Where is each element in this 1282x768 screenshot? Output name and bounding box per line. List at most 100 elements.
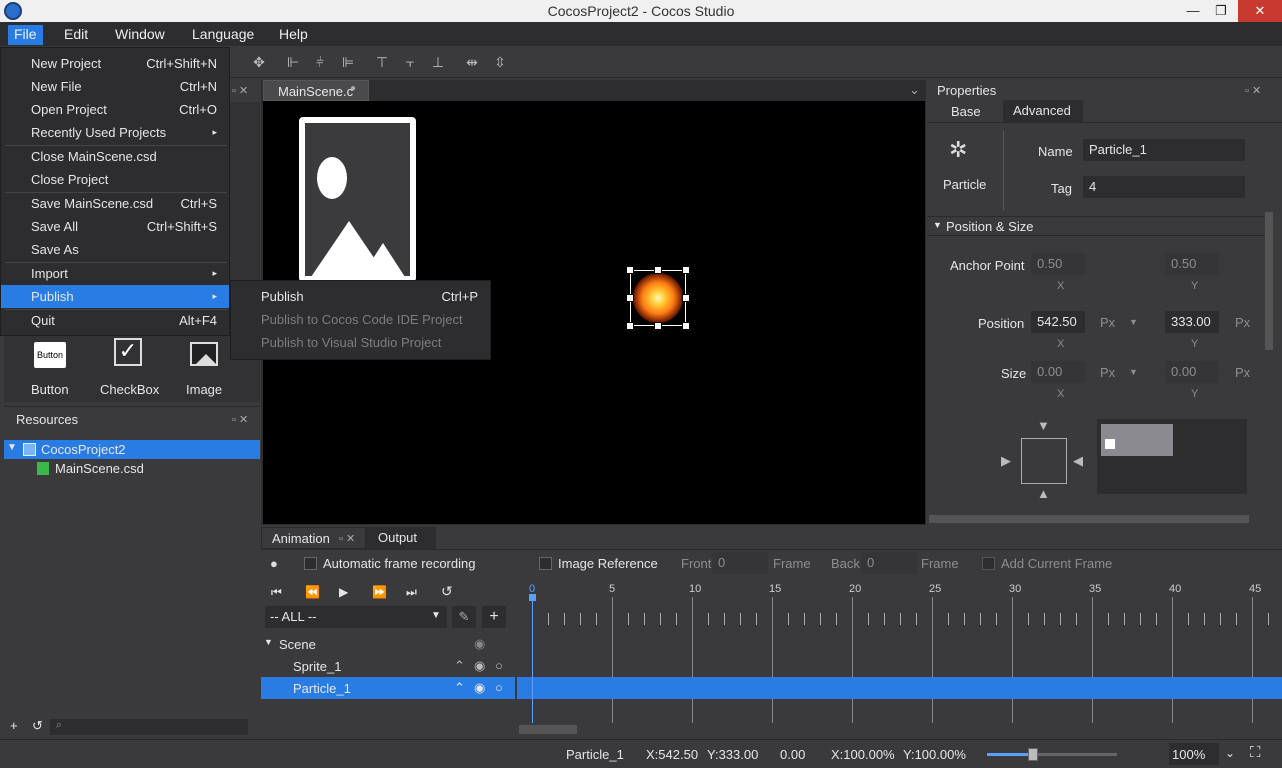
fit-screen-icon[interactable]: ⛶	[1250, 744, 1261, 761]
layout-anchor-box[interactable]	[1021, 438, 1067, 484]
resize-handle-b[interactable]	[654, 322, 662, 330]
position-x-unit[interactable]: Px	[1100, 315, 1115, 330]
scene-expand-icon[interactable]: ▼	[264, 637, 273, 647]
first-frame-icon[interactable]: ⏮	[271, 585, 282, 600]
animation-pin-icon[interactable]: ▫ ✕	[339, 532, 355, 545]
tree-row-particle[interactable]: Particle_1 ⌃ ◉ ○	[261, 677, 515, 699]
resize-handle-l[interactable]	[626, 294, 634, 302]
menu-item-close-project[interactable]: Close Project	[1, 168, 229, 191]
menu-item-publish[interactable]: Publish ▸	[1, 285, 229, 308]
menu-item-recent-projects[interactable]: Recently Used Projects ▸	[1, 121, 229, 144]
play-icon[interactable]: ▶	[339, 585, 348, 599]
resize-handle-br[interactable]	[682, 322, 690, 330]
distribute-h-icon[interactable]: ⇹	[464, 54, 480, 70]
resize-handle-tr[interactable]	[682, 266, 690, 274]
pin-icon[interactable]: ▫ ✕	[232, 84, 248, 97]
menu-item-save-scene[interactable]: Save MainScene.csd Ctrl+S	[1, 192, 229, 215]
position-y-field[interactable]: 333.00	[1165, 311, 1219, 333]
name-field[interactable]: Particle_1	[1083, 139, 1245, 161]
particle-visibility-icon[interactable]: ◉	[474, 680, 485, 696]
arrow-left-icon[interactable]: ▶	[1001, 453, 1011, 469]
tree-item-project[interactable]: ▼ CocosProject2	[4, 440, 260, 459]
record-icon[interactable]: ●	[270, 556, 278, 571]
sprite-lock-icon[interactable]: ⌃	[454, 658, 465, 674]
properties-scrollbar[interactable]	[1265, 212, 1273, 350]
loop-icon[interactable]: ↺	[441, 583, 453, 600]
image-control-icon[interactable]	[190, 342, 218, 366]
size-unit-dropdown-icon[interactable]: ▼	[1129, 367, 1138, 377]
properties-hscrollbar[interactable]	[929, 515, 1249, 523]
resource-search-input[interactable]: ⌕	[50, 719, 248, 735]
collapse-icon[interactable]: ▼	[933, 220, 942, 230]
size-x-unit[interactable]: Px	[1100, 365, 1115, 380]
position-x-field[interactable]: 542.50	[1031, 311, 1085, 333]
timeline-scrollbar[interactable]	[519, 725, 577, 734]
tab-advanced[interactable]: Advanced	[1003, 100, 1083, 122]
next-frame-icon[interactable]: ⏩	[372, 585, 387, 599]
arrow-up-icon[interactable]: ▼	[1037, 418, 1050, 433]
button-control-icon[interactable]: Button	[34, 342, 66, 368]
properties-pin-icon[interactable]: ▫ ✕	[1245, 84, 1261, 97]
last-frame-icon[interactable]: ⏭	[406, 585, 417, 600]
submenu-item-publish-vs[interactable]: Publish to Visual Studio Project	[231, 331, 490, 354]
arrow-right-icon[interactable]: ◀	[1073, 453, 1083, 469]
particle-effect[interactable]	[633, 273, 683, 323]
distribute-v-icon[interactable]: ⇳	[492, 54, 508, 70]
menu-edit[interactable]: Edit	[58, 25, 94, 45]
align-top-icon[interactable]: ⊤	[374, 54, 390, 70]
align-center-h-icon[interactable]: ⫩	[312, 54, 328, 70]
menu-language[interactable]: Language	[186, 25, 260, 45]
zoom-slider[interactable]	[987, 748, 1117, 761]
menu-item-save-as[interactable]: Save As	[1, 238, 229, 261]
edit-icon[interactable]: ✎	[452, 606, 476, 628]
menu-item-new-file[interactable]: New File Ctrl+N	[1, 75, 229, 98]
tab-output[interactable]: Output	[366, 527, 436, 549]
sprite-image-placeholder[interactable]	[299, 117, 416, 282]
tab-base[interactable]: Base	[927, 100, 1003, 122]
align-bottom-icon[interactable]: ⊥	[430, 54, 446, 70]
arrow-down-icon[interactable]: ▲	[1037, 486, 1050, 501]
menu-item-quit[interactable]: Quit Alt+F4	[1, 309, 229, 332]
anchor-y-field[interactable]: 0.50	[1165, 253, 1219, 275]
resize-handle-r[interactable]	[682, 294, 690, 302]
refresh-icon[interactable]: ↺	[32, 718, 43, 734]
align-left-icon[interactable]: ⊩	[285, 54, 301, 70]
checkbox-control-icon[interactable]: ✓	[114, 338, 142, 366]
sprite-visibility-icon[interactable]: ◉	[474, 658, 485, 674]
select-arrow-icon[interactable]: ▼	[431, 610, 441, 621]
tag-field[interactable]: 4	[1083, 176, 1245, 198]
position-size-section-header[interactable]: ▼ Position & Size	[927, 216, 1267, 236]
auto-record-checkbox[interactable]	[304, 557, 317, 570]
zoom-dropdown-icon[interactable]: ⌄	[1225, 746, 1235, 760]
size-x-field[interactable]: 0.00	[1031, 361, 1085, 383]
submenu-item-publish[interactable]: Publish Ctrl+P	[231, 285, 490, 308]
tab-animation[interactable]: Animation ▫ ✕	[261, 527, 366, 549]
image-ref-checkbox[interactable]	[539, 557, 552, 570]
add-icon[interactable]: +	[10, 718, 18, 733]
zoom-slider-thumb[interactable]	[1027, 748, 1038, 761]
animation-filter-select[interactable]: -- ALL -- ▼	[265, 606, 447, 628]
front-field[interactable]: 0	[712, 552, 768, 574]
resize-handle-tl[interactable]	[626, 266, 634, 274]
menu-window[interactable]: Window	[109, 25, 171, 45]
tree-item-file[interactable]: MainScene.csd	[4, 459, 260, 478]
expand-icon[interactable]: ▼	[7, 442, 17, 453]
size-y-unit[interactable]: Px	[1235, 365, 1250, 380]
particle-circle-icon[interactable]: ○	[495, 680, 503, 695]
align-right-icon[interactable]: ⊫	[340, 54, 356, 70]
menu-item-open-project[interactable]: Open Project Ctrl+O	[1, 98, 229, 121]
position-y-unit[interactable]: Px	[1235, 315, 1250, 330]
close-button[interactable]: ✕	[1238, 0, 1282, 22]
prev-frame-icon[interactable]: ⏪	[305, 585, 320, 599]
menu-help[interactable]: Help	[273, 25, 314, 45]
restore-button[interactable]: ❐	[1206, 0, 1236, 22]
menu-item-import[interactable]: Import ▸	[1, 262, 229, 285]
back-field[interactable]: 0	[861, 552, 917, 574]
menu-item-new-project[interactable]: New Project Ctrl+Shift+N	[1, 52, 229, 75]
scene-visibility-icon[interactable]: ◉	[474, 636, 485, 652]
tab-modified-icon[interactable]: ●	[350, 83, 356, 94]
resources-pin-icon[interactable]: ▫ ✕	[232, 413, 248, 426]
submenu-item-publish-code-ide[interactable]: Publish to Cocos Code IDE Project	[231, 308, 490, 331]
tree-row-sprite[interactable]: Sprite_1 ⌃ ◉ ○	[261, 655, 515, 677]
particle-lock-icon[interactable]: ⌃	[454, 680, 465, 696]
